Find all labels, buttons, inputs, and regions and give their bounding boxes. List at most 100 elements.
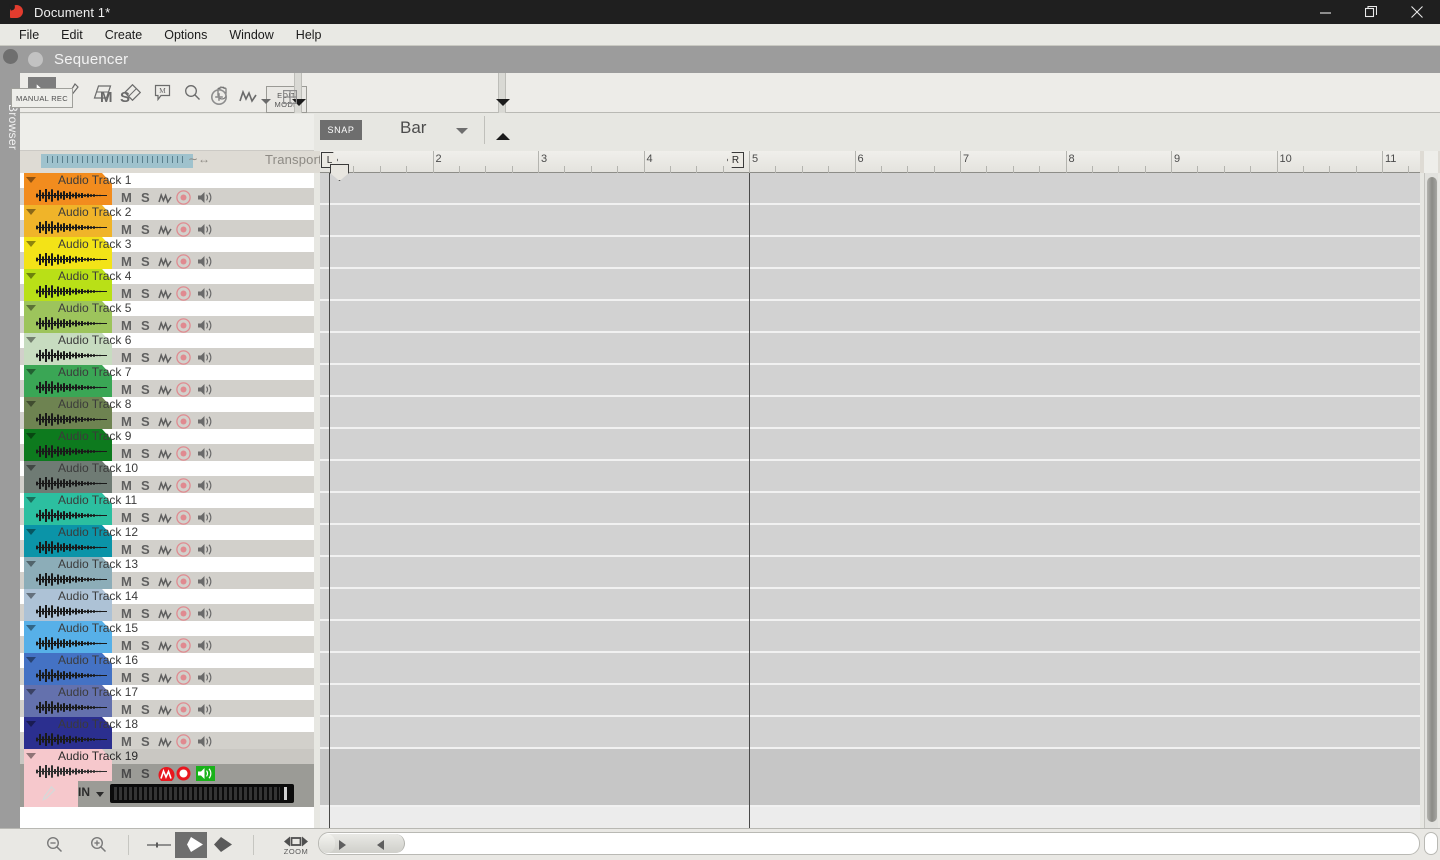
track-row[interactable]: Audio Track 4 M S bbox=[20, 269, 314, 301]
waveform-height-small-button[interactable] bbox=[143, 832, 175, 858]
track-solo-button[interactable]: S bbox=[141, 606, 150, 621]
track-solo-button[interactable]: S bbox=[141, 318, 150, 333]
chevron-down-icon[interactable] bbox=[26, 433, 36, 439]
chevron-down-icon[interactable] bbox=[26, 369, 36, 375]
track-mute-button[interactable]: M bbox=[121, 318, 132, 333]
track-mute-button[interactable]: M bbox=[121, 638, 132, 653]
track-input-label[interactable]: IN bbox=[78, 785, 90, 799]
chevron-down-icon[interactable] bbox=[26, 305, 36, 311]
chevron-down-icon[interactable] bbox=[96, 792, 104, 797]
arrange-lane[interactable] bbox=[320, 397, 1420, 429]
arrange-lane[interactable] bbox=[320, 653, 1420, 685]
track-name-label[interactable]: Audio Track 8 bbox=[58, 397, 131, 411]
chevron-down-icon[interactable] bbox=[26, 593, 36, 599]
chevron-down-icon[interactable] bbox=[26, 689, 36, 695]
magnify-tool[interactable] bbox=[178, 77, 206, 107]
chevron-down-icon[interactable] bbox=[26, 273, 36, 279]
track-row[interactable]: Audio Track 8 M S bbox=[20, 397, 314, 429]
track-row[interactable]: Audio Track 3 M S bbox=[20, 237, 314, 269]
track-name-label[interactable]: Audio Track 4 bbox=[58, 269, 131, 283]
track-solo-button[interactable]: S bbox=[141, 254, 150, 269]
arrange-lane[interactable] bbox=[320, 621, 1420, 653]
track-mute-button[interactable]: M bbox=[121, 382, 132, 397]
track-solo-button[interactable]: S bbox=[141, 510, 150, 525]
arrange-lane[interactable] bbox=[320, 525, 1420, 557]
track-mute-button[interactable]: M bbox=[121, 574, 132, 589]
arrange-lane[interactable] bbox=[320, 237, 1420, 269]
menu-item-create[interactable]: Create bbox=[94, 26, 154, 44]
track-solo-button[interactable]: S bbox=[141, 670, 150, 685]
chevron-down-icon[interactable] bbox=[26, 177, 36, 183]
track-solo-button[interactable]: S bbox=[141, 766, 150, 781]
arrange-lane[interactable] bbox=[320, 269, 1420, 301]
track-solo-button[interactable]: S bbox=[141, 478, 150, 493]
zoom-in-button[interactable] bbox=[82, 832, 114, 858]
track-input-row[interactable]: IN bbox=[20, 781, 314, 807]
track-name-label[interactable]: Audio Track 15 bbox=[58, 621, 138, 635]
chevron-down-icon[interactable] bbox=[26, 337, 36, 343]
track-row[interactable]: Audio Track 18 M S bbox=[20, 717, 314, 749]
track-mute-button[interactable]: M bbox=[121, 542, 132, 557]
track-row[interactable]: Audio Track 11 M S bbox=[20, 493, 314, 525]
chevron-down-icon[interactable] bbox=[26, 721, 36, 727]
track-row[interactable]: Audio Track 15 M S bbox=[20, 621, 314, 653]
track-mute-button[interactable]: M bbox=[121, 350, 132, 365]
menu-item-file[interactable]: File bbox=[8, 26, 50, 44]
vertical-scrollbar[interactable] bbox=[1424, 173, 1438, 860]
track-solo-button[interactable]: S bbox=[141, 190, 150, 205]
arrange-lane[interactable] bbox=[320, 557, 1420, 589]
scroll-left-arrow-icon[interactable] bbox=[377, 840, 384, 850]
arrange-lane[interactable] bbox=[320, 301, 1420, 333]
track-row[interactable]: Audio Track 14 M S bbox=[20, 589, 314, 621]
track-mute-button[interactable]: M bbox=[121, 254, 132, 269]
scrollbar-left-cap[interactable] bbox=[319, 834, 335, 853]
track-solo-button[interactable]: S bbox=[141, 446, 150, 461]
track-mute-button[interactable]: M bbox=[121, 222, 132, 237]
mute-tool[interactable]: M bbox=[148, 77, 176, 107]
track-name-label[interactable]: Audio Track 18 bbox=[58, 717, 138, 731]
track-name-label[interactable]: Audio Track 14 bbox=[58, 589, 138, 603]
arrange-lane[interactable] bbox=[320, 333, 1420, 365]
track-name-label[interactable]: Audio Track 10 bbox=[58, 461, 138, 475]
track-mute-button[interactable]: M bbox=[121, 446, 132, 461]
track-row[interactable]: Audio Track 13 M S bbox=[20, 557, 314, 589]
restore-button[interactable] bbox=[1348, 0, 1394, 24]
header-solo-label[interactable]: S bbox=[120, 89, 130, 106]
track-row[interactable]: Audio Track 5 M S bbox=[20, 301, 314, 333]
track-row[interactable]: Audio Track 7 M S bbox=[20, 365, 314, 397]
chevron-down-icon[interactable] bbox=[26, 241, 36, 247]
track-name-label[interactable]: Audio Track 7 bbox=[58, 365, 131, 379]
track-solo-button[interactable]: S bbox=[141, 382, 150, 397]
arrange-lane[interactable] bbox=[320, 205, 1420, 237]
chevron-down-icon[interactable] bbox=[26, 657, 36, 663]
track-mute-button[interactable]: M bbox=[121, 734, 132, 749]
sequencer-orb-icon[interactable] bbox=[28, 52, 43, 67]
horizontal-scrollbar[interactable] bbox=[318, 832, 1420, 855]
vertical-scrollbar-thumb[interactable] bbox=[1427, 177, 1437, 822]
transport-slider[interactable] bbox=[41, 154, 193, 168]
pencil-icon[interactable] bbox=[42, 785, 56, 806]
waveform-height-large-button[interactable] bbox=[207, 832, 239, 858]
arrange-lane[interactable] bbox=[320, 717, 1420, 749]
track-name-label[interactable]: Audio Track 9 bbox=[58, 429, 131, 443]
track-mute-button[interactable]: M bbox=[121, 190, 132, 205]
track-mute-button[interactable]: M bbox=[121, 702, 132, 717]
track-name-label[interactable]: Audio Track 1 bbox=[58, 173, 131, 187]
grid-icon[interactable] bbox=[283, 90, 298, 109]
track-solo-button[interactable]: S bbox=[141, 574, 150, 589]
track-solo-button[interactable]: S bbox=[141, 638, 150, 653]
track-list[interactable]: Audio Track 1 M S Audio Track 2 M S Audi… bbox=[20, 173, 314, 828]
chevron-down-icon[interactable] bbox=[26, 401, 36, 407]
chevron-down-icon[interactable] bbox=[261, 99, 271, 104]
snap-button[interactable]: SNAP bbox=[320, 120, 362, 140]
timeline-ruler[interactable]: 1234567891011 bbox=[320, 151, 1436, 173]
track-row[interactable]: Audio Track 10 M S bbox=[20, 461, 314, 493]
menu-item-help[interactable]: Help bbox=[285, 26, 333, 44]
track-mute-button[interactable]: M bbox=[121, 510, 132, 525]
track-name-label[interactable]: Audio Track 11 bbox=[58, 493, 137, 507]
panel-divider-right[interactable] bbox=[496, 73, 510, 140]
menu-item-edit[interactable]: Edit bbox=[50, 26, 94, 44]
arrange-lane[interactable] bbox=[320, 749, 1420, 807]
arrange-lane[interactable] bbox=[320, 461, 1420, 493]
arrange-area[interactable] bbox=[320, 173, 1420, 860]
